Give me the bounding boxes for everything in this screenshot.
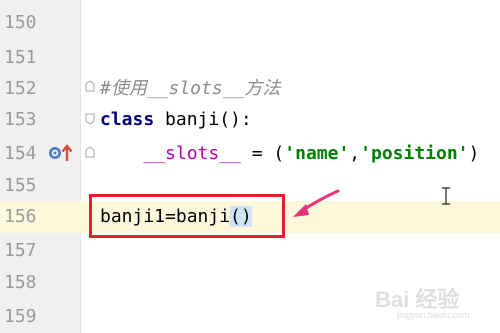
code-text: __slots__ = ('name','position') xyxy=(100,138,479,170)
pink-arrow-icon xyxy=(290,188,342,220)
string-name: 'name' xyxy=(284,143,350,164)
text-cursor-icon xyxy=(441,187,451,205)
code-line[interactable]: 157 xyxy=(0,235,500,267)
line-number: 157 xyxy=(4,240,37,261)
keyword-class: class xyxy=(100,109,155,130)
close-paren: ) xyxy=(468,143,480,164)
code-editor: 150 151 152 #使用__slots__方法 153 class ban… xyxy=(0,0,500,333)
comma: , xyxy=(349,143,361,164)
line-number: 158 xyxy=(4,272,37,293)
watermark-url: jingyan.baidu.com xyxy=(397,310,470,320)
line-number: 153 xyxy=(4,109,37,130)
line-number: 152 xyxy=(4,78,37,99)
code-text: class banji(): xyxy=(100,104,252,136)
code-line[interactable]: 152 #使用__slots__方法 xyxy=(0,73,500,105)
fold-marker-icon[interactable] xyxy=(85,113,95,125)
slots-attribute: __slots__ xyxy=(143,143,241,164)
code-line[interactable]: 153 class banji(): xyxy=(0,104,500,136)
assign-operator: = ( xyxy=(240,143,285,164)
code-line[interactable]: 151 xyxy=(0,42,500,74)
line-number: 151 xyxy=(4,47,37,68)
line-number: 156 xyxy=(4,206,37,227)
class-signature: banji(): xyxy=(154,109,252,130)
fold-marker-icon[interactable] xyxy=(85,80,95,92)
code-line[interactable]: 150 xyxy=(0,7,500,39)
line-number: 154 xyxy=(4,143,37,164)
baidu-watermark: Bai 经验 jingyan.baidu.com xyxy=(375,282,495,328)
line-number: 159 xyxy=(4,306,37,327)
line-number: 150 xyxy=(4,12,37,33)
code-comment: #使用__slots__方法 xyxy=(100,78,281,99)
line-number: 155 xyxy=(4,175,37,196)
annotation-highlight-box xyxy=(89,194,285,238)
fold-marker-icon[interactable] xyxy=(85,146,95,158)
override-method-icon[interactable] xyxy=(48,143,74,163)
code-line[interactable]: 154 __slots__ = ('name','position') xyxy=(0,138,500,170)
string-position: 'position' xyxy=(360,143,469,164)
